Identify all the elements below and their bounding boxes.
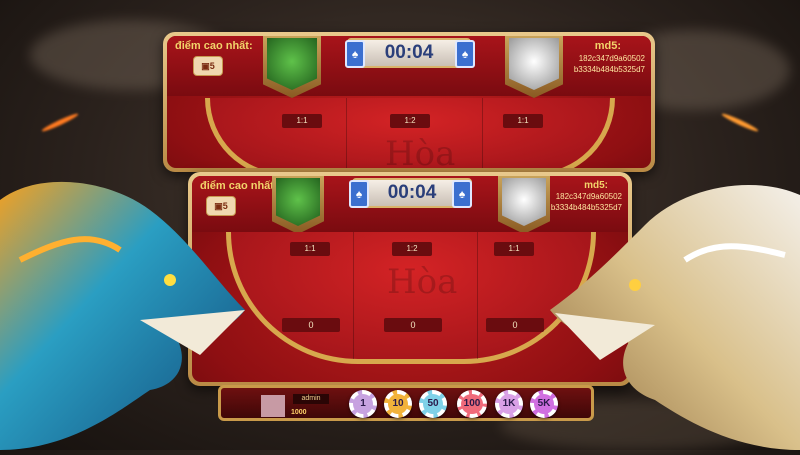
chip-label: 1 — [360, 398, 366, 409]
player-balance: 1000 — [291, 409, 307, 416]
tie-odds: 1:2 — [390, 114, 430, 128]
chip-5k-button[interactable]: 5K — [530, 390, 558, 418]
tiger-card: ♠ — [452, 180, 472, 208]
tiger-bet-amount[interactable]: 0 — [486, 318, 544, 332]
tiger-card: ♠ — [455, 40, 475, 68]
ember-streak — [40, 111, 80, 134]
chip-label: 5K — [537, 398, 551, 409]
chip-label: 10 — [392, 398, 404, 409]
chip-1k-button[interactable]: 1K — [495, 390, 523, 418]
high-score-label: điểm cao nhất: — [175, 40, 253, 52]
tiger-odds: 1:1 — [494, 242, 534, 256]
game-board-back: điểm cao nhất: ▣5 md5: 182c347d9a60502 b… — [163, 32, 655, 172]
chip-label: 50 — [427, 398, 439, 409]
dragon-card: ♠ — [345, 40, 365, 68]
timer-panel: 00:04 — [347, 38, 471, 68]
chip-10-button[interactable]: 10 — [384, 390, 412, 418]
md5-label: md5: — [594, 40, 621, 52]
tie-odds: 1:2 — [392, 242, 432, 256]
dragon-bet-amount[interactable]: 0 — [282, 318, 340, 332]
ember-streak — [720, 111, 760, 134]
chip-label: 100 — [463, 398, 481, 409]
dragon-card: ♠ — [349, 180, 369, 208]
md5-hash-line: b3334b484b5325d7 — [573, 65, 645, 74]
chip-50-button[interactable]: 50 — [419, 390, 447, 418]
tie-bet-amount[interactable]: 0 — [384, 318, 442, 332]
player-name: admin — [293, 394, 329, 404]
chip-label: 1K — [502, 398, 516, 409]
betting-arena: Hòa — [205, 98, 615, 168]
tie-zone-text: Hòa — [385, 134, 456, 168]
dragon-odds: 1:1 — [290, 242, 330, 256]
chip-100-button[interactable]: 100 — [457, 390, 487, 418]
dragon-illustration — [0, 170, 250, 450]
high-score-box-icon: ▣5 — [193, 56, 223, 76]
avatar[interactable] — [261, 395, 285, 417]
tiger-odds: 1:1 — [503, 114, 543, 128]
dragon-odds: 1:1 — [282, 114, 322, 128]
player-chip-bar: admin 1000 1 10 50 100 1K 5K — [218, 385, 594, 421]
chip-1-button[interactable]: 1 — [349, 390, 377, 418]
md5-hash-line: 182c347d9a60502 — [578, 54, 645, 63]
tie-zone-text: Hòa — [387, 262, 458, 302]
countdown-timer: 00:04 — [384, 42, 434, 63]
